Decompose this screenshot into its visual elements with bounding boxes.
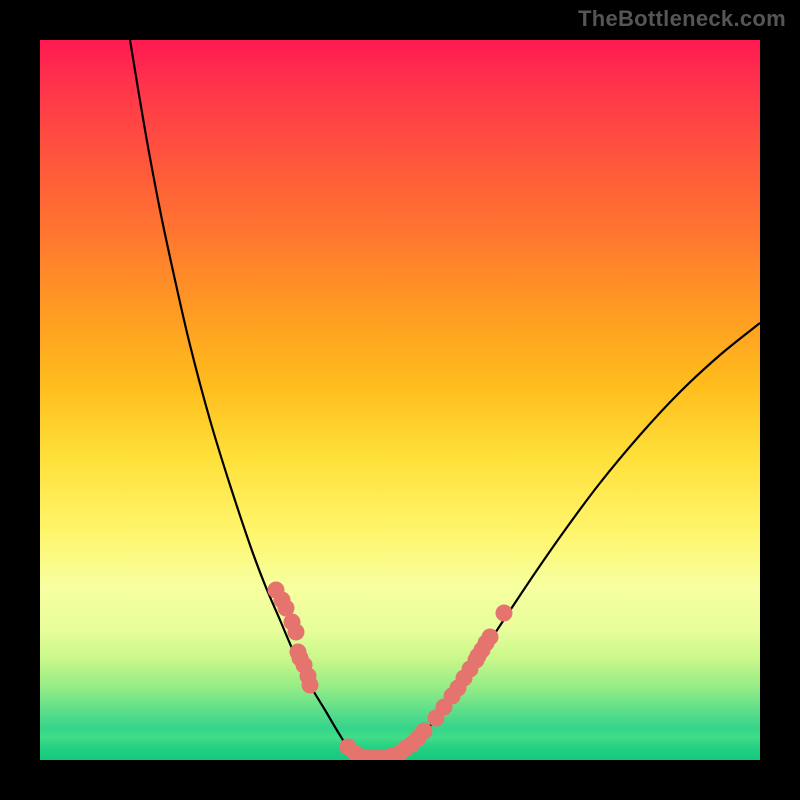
plot-area: [40, 40, 760, 760]
chart-frame: TheBottleneck.com: [0, 0, 800, 800]
green-zone-strip: [40, 728, 760, 760]
attribution-text: TheBottleneck.com: [578, 6, 786, 32]
background-gradient: [40, 40, 760, 760]
